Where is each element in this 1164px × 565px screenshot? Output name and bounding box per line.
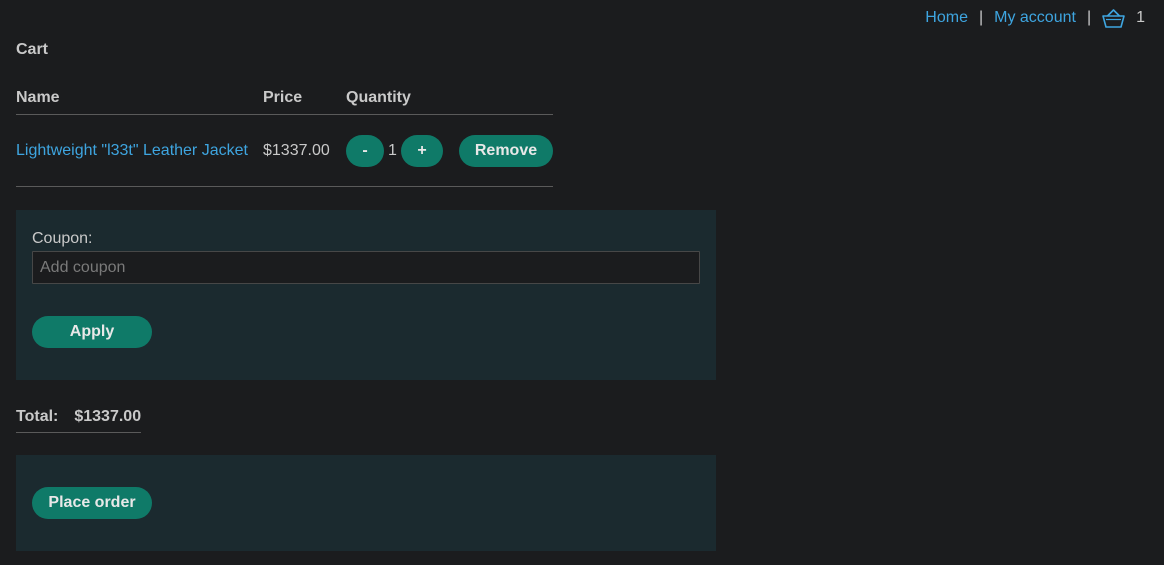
decrease-quantity-button[interactable]: - — [346, 134, 384, 167]
item-price: $1337.00 — [263, 141, 330, 159]
basket-icon-svg — [1102, 8, 1125, 28]
page-title: Cart — [16, 41, 49, 58]
nav-separator: | — [978, 9, 984, 26]
my-account-link[interactable]: My account — [994, 9, 1076, 27]
place-order-panel: Place order — [16, 455, 716, 551]
total-value: $1337.00 — [74, 408, 142, 425]
coupon-label: Coupon: — [32, 230, 93, 247]
column-header-quantity: Quantity — [346, 89, 411, 106]
quantity-value: 1 — [388, 141, 397, 159]
total-label: Total: — [16, 408, 59, 425]
item-name-cell: Lightweight "l33t" Leather Jacket — [16, 142, 263, 160]
place-order-button[interactable]: Place order — [32, 487, 152, 519]
table-row: Lightweight "l33t" Leather Jacket $1337.… — [16, 115, 553, 187]
apply-coupon-button[interactable]: Apply — [32, 316, 152, 348]
nav-separator: | — [1086, 9, 1092, 26]
total-row: Total: $1337.00 — [16, 408, 142, 433]
quantity-stepper: - 1 + Remove — [346, 134, 553, 167]
coupon-panel: Coupon: Apply — [16, 210, 716, 380]
cart-table: Name Price Quantity Lightweight "l33t" L… — [16, 89, 553, 187]
basket-icon[interactable] — [1102, 8, 1125, 28]
increase-quantity-button[interactable]: + — [401, 134, 443, 167]
cart-count: 1 — [1136, 9, 1145, 26]
home-link[interactable]: Home — [925, 9, 968, 27]
coupon-input[interactable] — [32, 251, 700, 284]
remove-button[interactable]: Remove — [459, 134, 553, 167]
product-link[interactable]: Lightweight "l33t" Leather Jacket — [16, 142, 248, 159]
table-header: Name Price Quantity — [16, 89, 553, 115]
column-header-price: Price — [263, 89, 303, 106]
column-header-name: Name — [16, 89, 60, 106]
top-navigation: Home | My account | 1 — [925, 8, 1145, 28]
